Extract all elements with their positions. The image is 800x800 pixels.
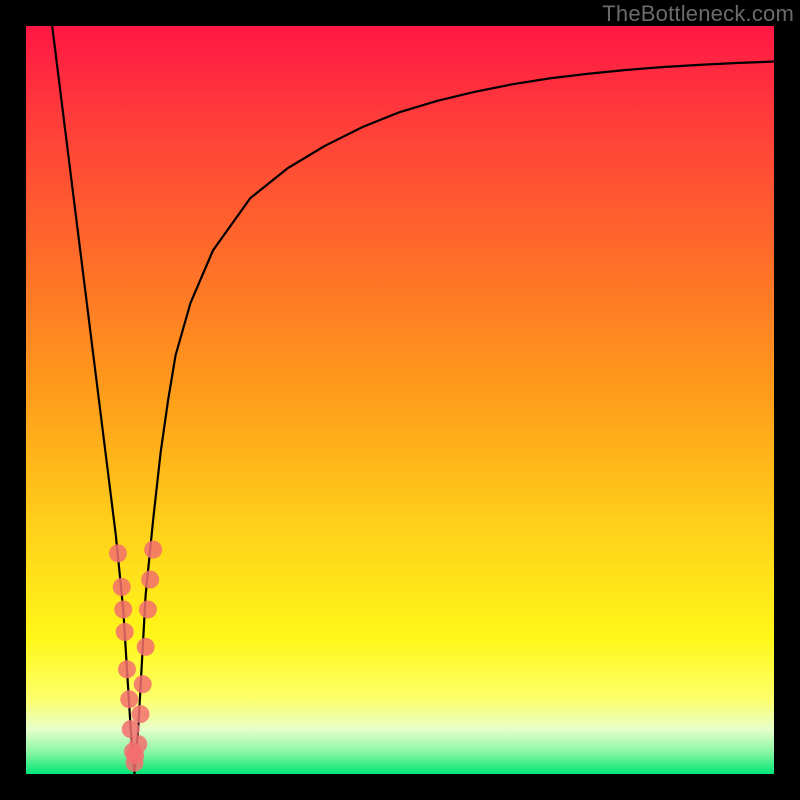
scatter-point (113, 578, 131, 596)
scatter-points (109, 541, 162, 772)
scatter-point (109, 544, 127, 562)
chart-frame: TheBottleneck.com (0, 0, 800, 800)
scatter-point (118, 660, 136, 678)
bottleneck-curve (52, 26, 774, 774)
scatter-point (116, 623, 134, 641)
scatter-point (114, 600, 132, 618)
scatter-point (134, 675, 152, 693)
plot-area (26, 26, 774, 774)
scatter-point (137, 638, 155, 656)
scatter-point (120, 690, 138, 708)
scatter-point (129, 735, 147, 753)
chart-svg (26, 26, 774, 774)
watermark-text: TheBottleneck.com (602, 1, 794, 27)
scatter-point (141, 571, 159, 589)
scatter-point (131, 705, 149, 723)
scatter-point (139, 600, 157, 618)
scatter-point (144, 541, 162, 559)
